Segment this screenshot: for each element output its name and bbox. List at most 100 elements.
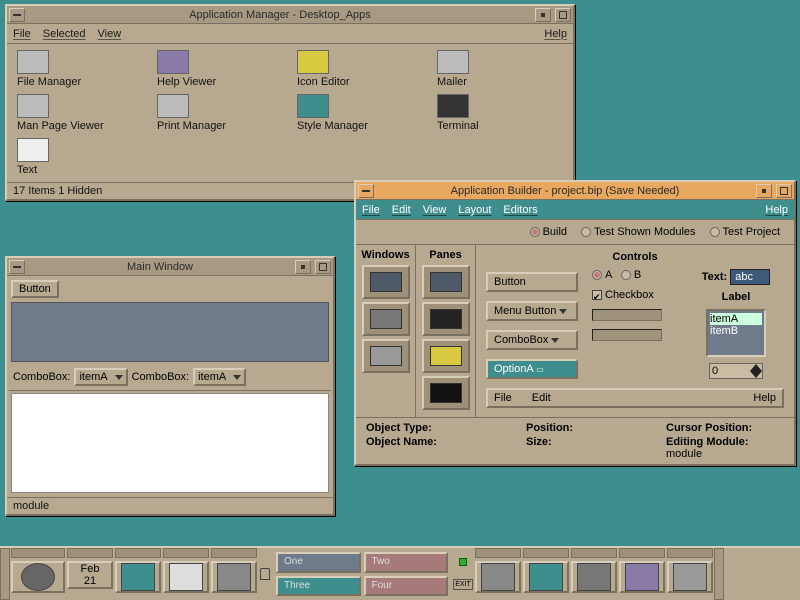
- window-menu-button[interactable]: [9, 8, 25, 22]
- dock-mail[interactable]: [211, 561, 257, 593]
- dock-appmgr[interactable]: [571, 561, 617, 593]
- minimize-button[interactable]: [535, 8, 551, 22]
- arrow-down-icon[interactable]: [750, 371, 762, 378]
- menu-editors[interactable]: Editors: [503, 204, 537, 216]
- app-file-manager[interactable]: File Manager: [17, 50, 147, 88]
- spinbox[interactable]: [709, 363, 763, 379]
- sample-menu-edit[interactable]: Edit: [532, 392, 551, 404]
- radio-icon: [581, 227, 591, 237]
- subpanel-arrow[interactable]: [523, 548, 569, 558]
- menu-file[interactable]: File: [362, 204, 380, 216]
- checkbox[interactable]: Checkbox: [592, 289, 682, 301]
- app-icon-editor[interactable]: Icon Editor: [297, 50, 427, 88]
- palette-pane-1[interactable]: [422, 265, 470, 299]
- workspace-four[interactable]: Four: [364, 576, 449, 597]
- menubar: File Selected View Help: [7, 24, 573, 44]
- menu-help[interactable]: Help: [765, 204, 788, 216]
- palette-window-1[interactable]: [362, 265, 410, 299]
- ctrl-option[interactable]: OptionA ▭: [486, 359, 578, 379]
- menu-selected[interactable]: Selected: [43, 28, 86, 40]
- subpanel-arrow[interactable]: [163, 548, 209, 558]
- palette-window-3[interactable]: [362, 339, 410, 373]
- slider-2[interactable]: [592, 329, 662, 341]
- maximize-button[interactable]: [315, 260, 331, 274]
- subpanel-arrow[interactable]: [571, 548, 617, 558]
- minimize-button[interactable]: [756, 184, 772, 198]
- menu-file[interactable]: File: [13, 28, 31, 40]
- subpanel-arrow[interactable]: [211, 548, 257, 558]
- menu-layout[interactable]: Layout: [458, 204, 491, 216]
- palette-pane-2[interactable]: [422, 302, 470, 336]
- mode-build[interactable]: Build: [530, 226, 567, 238]
- maximize-button[interactable]: [776, 184, 792, 198]
- canvas-area[interactable]: [11, 302, 329, 362]
- list-item[interactable]: itemA: [710, 313, 762, 325]
- dock-trash[interactable]: [667, 561, 713, 593]
- spin-input[interactable]: [710, 364, 750, 378]
- dock-handle-right[interactable]: [714, 548, 724, 600]
- radio-a[interactable]: A: [592, 269, 612, 281]
- workspace-one[interactable]: One: [276, 552, 361, 573]
- subpanel-arrow[interactable]: [115, 548, 161, 558]
- menu-view[interactable]: View: [423, 204, 447, 216]
- subpanel-arrow[interactable]: [67, 548, 113, 558]
- app-text[interactable]: Text: [17, 138, 147, 176]
- palette-pane-4[interactable]: [422, 376, 470, 410]
- dock-style[interactable]: [523, 561, 569, 593]
- dock-printer[interactable]: [475, 561, 521, 593]
- combobox-1[interactable]: itemA: [74, 368, 127, 386]
- window-menu-button[interactable]: [358, 184, 374, 198]
- list-item[interactable]: itemB: [710, 325, 762, 337]
- exit-button[interactable]: EXIT: [453, 579, 473, 590]
- mode-test-shown[interactable]: Test Shown Modules: [581, 226, 696, 238]
- lock-icon[interactable]: [260, 568, 270, 580]
- dock-editor[interactable]: [163, 561, 209, 593]
- sample-menu-help[interactable]: Help: [753, 392, 776, 404]
- window-menu-button[interactable]: [9, 260, 25, 274]
- maximize-button[interactable]: [555, 8, 571, 22]
- text-field[interactable]: abc: [730, 269, 770, 285]
- titlebar[interactable]: Main Window: [7, 258, 333, 276]
- main-window: Main Window Button ComboBox: itemA Combo…: [5, 256, 335, 516]
- mail-icon: [437, 50, 469, 74]
- titlebar[interactable]: Application Builder - project.bip (Save …: [356, 182, 794, 200]
- app-mailer[interactable]: Mailer: [437, 50, 567, 88]
- button[interactable]: Button: [11, 280, 59, 298]
- ctrl-button[interactable]: Button: [486, 272, 578, 292]
- workspace-two[interactable]: Two: [364, 552, 449, 573]
- menu-view[interactable]: View: [98, 28, 122, 40]
- menu-edit[interactable]: Edit: [392, 204, 411, 216]
- subpanel-arrow[interactable]: [475, 548, 521, 558]
- subpanel-arrow[interactable]: [619, 548, 665, 558]
- palette-pane-3[interactable]: [422, 339, 470, 373]
- sample-menu-file[interactable]: File: [494, 392, 512, 404]
- app-style-manager[interactable]: Style Manager: [297, 94, 427, 132]
- list-area[interactable]: [11, 393, 329, 493]
- window-title: Main Window: [27, 261, 293, 273]
- slider-1[interactable]: [592, 309, 662, 321]
- subpanel-arrow[interactable]: [667, 548, 713, 558]
- app-print-manager[interactable]: Print Manager: [157, 94, 287, 132]
- mode-test-project[interactable]: Test Project: [710, 226, 780, 238]
- titlebar[interactable]: Application Manager - Desktop_Apps: [7, 6, 573, 24]
- menu-help[interactable]: Help: [544, 28, 567, 40]
- palette-window-2[interactable]: [362, 302, 410, 336]
- arrow-up-icon[interactable]: [750, 364, 762, 371]
- dock-handle-left[interactable]: [0, 548, 10, 600]
- combobox-2[interactable]: itemA: [193, 368, 246, 386]
- dock-help[interactable]: [619, 561, 665, 593]
- ctrl-menubutton[interactable]: Menu Button: [486, 301, 578, 321]
- dock-filemgr[interactable]: [115, 561, 161, 593]
- dock-calendar[interactable]: Feb21: [67, 561, 113, 589]
- ctrl-combobox[interactable]: ComboBox: [486, 330, 578, 350]
- subpanel-arrow[interactable]: [11, 548, 65, 558]
- app-man-viewer[interactable]: Man Page Viewer: [17, 94, 147, 132]
- lbl-module: Editing Module: module: [666, 436, 784, 460]
- workspace-three[interactable]: Three: [276, 576, 361, 597]
- minimize-button[interactable]: [295, 260, 311, 274]
- dock-clock[interactable]: [11, 561, 65, 593]
- app-help-viewer[interactable]: Help Viewer: [157, 50, 287, 88]
- listbox[interactable]: itemA itemB: [706, 309, 766, 357]
- app-terminal[interactable]: Terminal: [437, 94, 567, 132]
- radio-b[interactable]: B: [621, 269, 641, 281]
